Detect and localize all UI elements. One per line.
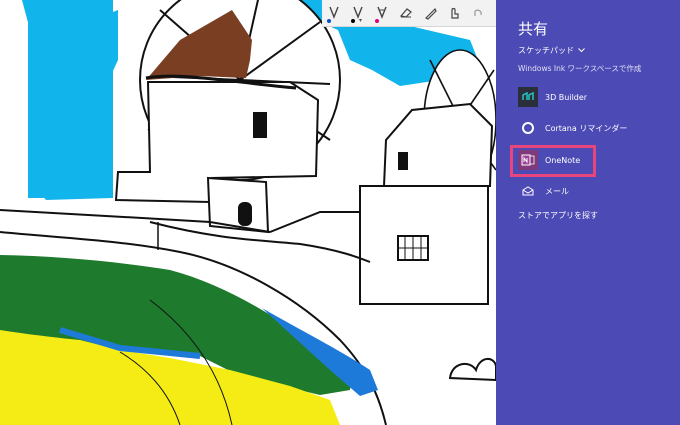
3d-builder-icon bbox=[518, 87, 538, 107]
eraser-button[interactable] bbox=[394, 0, 418, 26]
ruler-button[interactable] bbox=[418, 0, 442, 26]
chevron-down-icon: ▾ bbox=[359, 17, 363, 24]
share-panel: 共有 スケッチパッド Windows Ink ワークスペースで作成 3D Bui… bbox=[496, 0, 680, 425]
share-panel-title: 共有 bbox=[518, 20, 549, 38]
source-app-selector[interactable]: スケッチパッド bbox=[518, 45, 585, 56]
ballpoint-pen-button[interactable] bbox=[322, 0, 346, 26]
cortana-icon bbox=[518, 118, 538, 138]
undo-button[interactable] bbox=[466, 0, 490, 26]
ink-toolbar: ▾ bbox=[322, 0, 496, 27]
eraser-icon bbox=[399, 7, 413, 19]
share-target-label: 3D Builder bbox=[545, 92, 588, 102]
onenote-highlight-box bbox=[510, 145, 596, 177]
find-apps-in-store-link[interactable]: ストアでアプリを探す bbox=[518, 210, 598, 221]
share-subtitle: Windows Ink ワークスペースで作成 bbox=[518, 64, 642, 73]
source-app-label: スケッチパッド bbox=[518, 46, 574, 55]
touch-writing-button[interactable] bbox=[442, 0, 466, 26]
share-target-label: メール bbox=[545, 186, 569, 196]
ruler-icon bbox=[423, 6, 437, 20]
highlighter-button[interactable] bbox=[370, 0, 394, 26]
sketch-canvas[interactable]: ▾ bbox=[0, 0, 496, 425]
touch-writing-icon bbox=[447, 6, 461, 20]
sketch-drawing bbox=[0, 0, 496, 425]
chevron-down-icon bbox=[578, 46, 585, 55]
highlighter-icon bbox=[376, 6, 388, 20]
share-target-mail[interactable]: メール bbox=[518, 180, 678, 202]
highlighter-color-dot bbox=[375, 19, 379, 23]
mail-icon bbox=[518, 181, 538, 201]
ballpoint-pen-icon bbox=[328, 6, 340, 20]
share-target-cortana[interactable]: Cortana リマインダー bbox=[518, 117, 678, 139]
pencil-color-dot bbox=[351, 19, 355, 23]
share-target-label: Cortana リマインダー bbox=[545, 123, 628, 133]
share-target-3d-builder[interactable]: 3D Builder bbox=[518, 86, 678, 108]
undo-icon bbox=[472, 7, 484, 19]
pen-color-dot bbox=[327, 19, 331, 23]
pencil-button[interactable]: ▾ bbox=[346, 0, 370, 26]
pencil-icon bbox=[352, 6, 364, 20]
